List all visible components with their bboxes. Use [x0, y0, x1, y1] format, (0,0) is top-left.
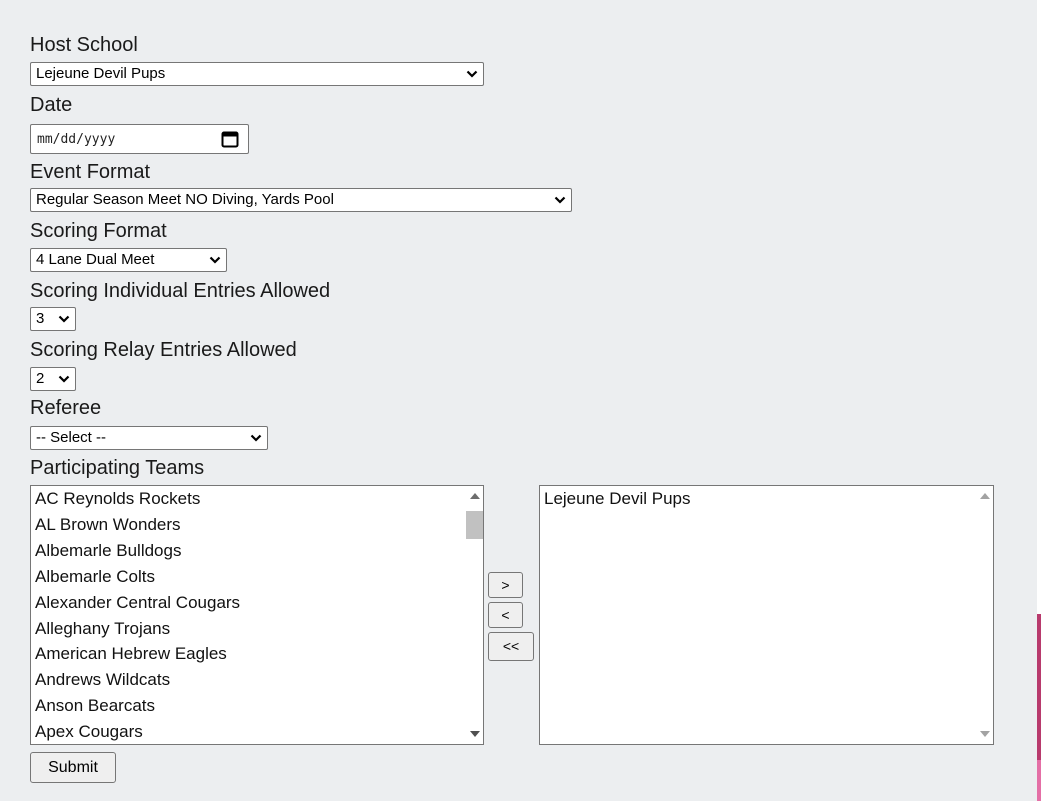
- chevron-down-icon: [554, 196, 566, 204]
- event-format-label: Event Format: [30, 161, 151, 183]
- relay-entries-select[interactable]: 2: [30, 367, 76, 391]
- individual-entries-label: Scoring Individual Entries Allowed: [30, 280, 331, 302]
- scroll-down-arrow-icon[interactable]: [470, 731, 480, 737]
- scoring-format-label: Scoring Format: [30, 220, 167, 242]
- list-item[interactable]: American Hebrew Eagles: [35, 641, 240, 667]
- meet-setup-form: Host School Lejeune Devil Pups Date mm/d…: [0, 0, 1037, 801]
- list-item[interactable]: Albemarle Bulldogs: [35, 538, 240, 564]
- chevron-down-icon: [250, 434, 262, 442]
- list-item[interactable]: Anson Bearcats: [35, 693, 240, 719]
- scroll-down-arrow-icon[interactable]: [980, 731, 990, 737]
- list-item[interactable]: Apex Cougars: [35, 719, 240, 744]
- event-format-select[interactable]: Regular Season Meet NO Diving, Yards Poo…: [30, 188, 572, 212]
- add-team-button[interactable]: >: [488, 572, 523, 598]
- available-teams-scrollbar[interactable]: [466, 486, 483, 744]
- scoring-format-select[interactable]: 4 Lane Dual Meet: [30, 248, 227, 272]
- list-item[interactable]: Alexander Central Cougars: [35, 590, 240, 616]
- date-placeholder: mm/dd/yyyy: [37, 132, 116, 147]
- chevron-down-icon: [466, 70, 478, 78]
- scoring-format-value: 4 Lane Dual Meet: [36, 251, 155, 268]
- chevron-down-icon: [209, 256, 221, 264]
- calendar-icon[interactable]: [221, 131, 239, 148]
- remove-team-button[interactable]: <: [488, 602, 523, 628]
- list-item[interactable]: Lejeune Devil Pups: [544, 486, 690, 512]
- list-item[interactable]: Andrews Wildcats: [35, 667, 240, 693]
- remove-all-teams-button-label: <<: [502, 638, 520, 654]
- relay-entries-value: 2: [36, 370, 45, 387]
- selected-teams-listbox[interactable]: Lejeune Devil Pups: [539, 485, 994, 745]
- edge-accent-bar: [1037, 614, 1041, 760]
- host-school-label: Host School: [30, 34, 138, 56]
- scroll-up-arrow-icon[interactable]: [470, 493, 480, 499]
- referee-label: Referee: [30, 397, 102, 419]
- list-item[interactable]: Albemarle Colts: [35, 564, 240, 590]
- selected-teams-scrollbar[interactable]: [976, 486, 993, 744]
- host-school-value: Lejeune Devil Pups: [36, 65, 166, 82]
- remove-all-teams-button[interactable]: <<: [488, 632, 534, 661]
- date-input[interactable]: mm/dd/yyyy: [30, 124, 249, 154]
- relay-entries-label: Scoring Relay Entries Allowed: [30, 339, 297, 361]
- submit-button[interactable]: Submit: [30, 752, 116, 783]
- individual-entries-select[interactable]: 3: [30, 307, 76, 331]
- list-item[interactable]: AL Brown Wonders: [35, 512, 240, 538]
- event-format-value: Regular Season Meet NO Diving, Yards Poo…: [36, 191, 334, 208]
- referee-value: -- Select --: [36, 429, 107, 446]
- selected-teams-items: Lejeune Devil Pups: [544, 486, 690, 512]
- host-school-select[interactable]: Lejeune Devil Pups: [30, 62, 484, 86]
- chevron-down-icon: [58, 315, 70, 323]
- chevron-down-icon: [58, 375, 70, 383]
- individual-entries-value: 3: [36, 310, 45, 327]
- list-item[interactable]: AC Reynolds Rockets: [35, 486, 240, 512]
- remove-team-button-label: <: [501, 607, 510, 623]
- add-team-button-label: >: [501, 577, 510, 593]
- referee-select[interactable]: -- Select --: [30, 426, 268, 450]
- scroll-up-arrow-icon[interactable]: [980, 493, 990, 499]
- date-label: Date: [30, 94, 73, 116]
- scrollbar-thumb[interactable]: [466, 511, 483, 539]
- list-item[interactable]: Alleghany Trojans: [35, 616, 240, 642]
- submit-button-label: Submit: [48, 759, 98, 776]
- edge-accent-bar: [1037, 760, 1041, 801]
- participating-teams-label: Participating Teams: [30, 457, 205, 479]
- available-teams-items: AC Reynolds Rockets AL Brown Wonders Albem…: [35, 486, 240, 744]
- available-teams-listbox[interactable]: AC Reynolds Rockets AL Brown Wonders Albem…: [30, 485, 484, 745]
